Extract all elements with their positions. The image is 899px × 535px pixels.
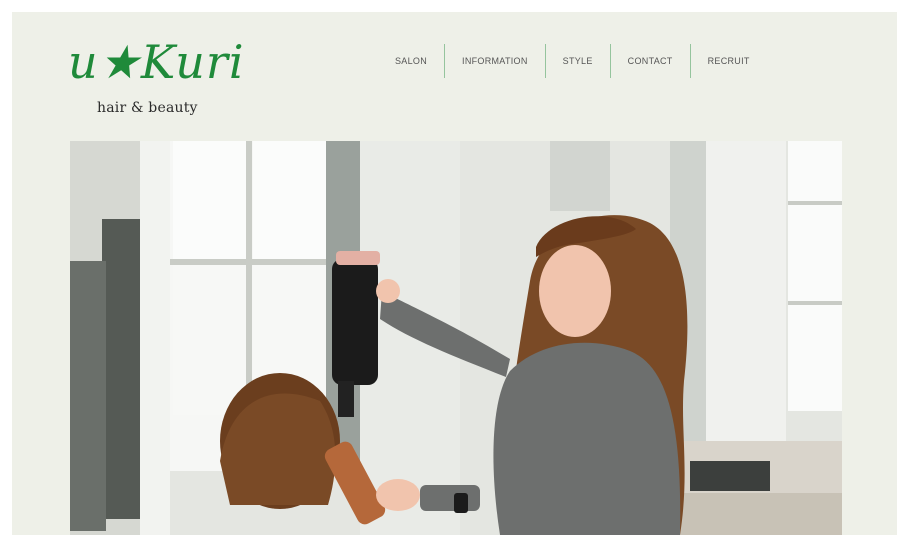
nav-contact[interactable]: CONTACT: [611, 56, 690, 66]
nav-recruit[interactable]: RECRUIT: [691, 56, 767, 66]
nav-divider: [689, 44, 691, 78]
nav-divider: [544, 44, 546, 78]
nav-divider: [609, 44, 611, 78]
nav-information[interactable]: INFORMATION: [445, 56, 545, 66]
hero-photo: [70, 141, 842, 535]
page: u★Kuri hair & beauty SALON INFORMATION S…: [12, 12, 897, 535]
hero-image: [70, 141, 842, 535]
nav-salon[interactable]: SALON: [378, 56, 444, 66]
logo-wordmark: u★Kuri: [68, 35, 245, 89]
site-logo[interactable]: u★Kuri hair & beauty: [68, 36, 244, 126]
nav-style[interactable]: STYLE: [546, 56, 610, 66]
main-nav: SALON INFORMATION STYLE CONTACT RECRUIT: [378, 44, 767, 78]
logo-tagline: hair & beauty: [97, 100, 198, 116]
nav-divider: [444, 44, 446, 78]
